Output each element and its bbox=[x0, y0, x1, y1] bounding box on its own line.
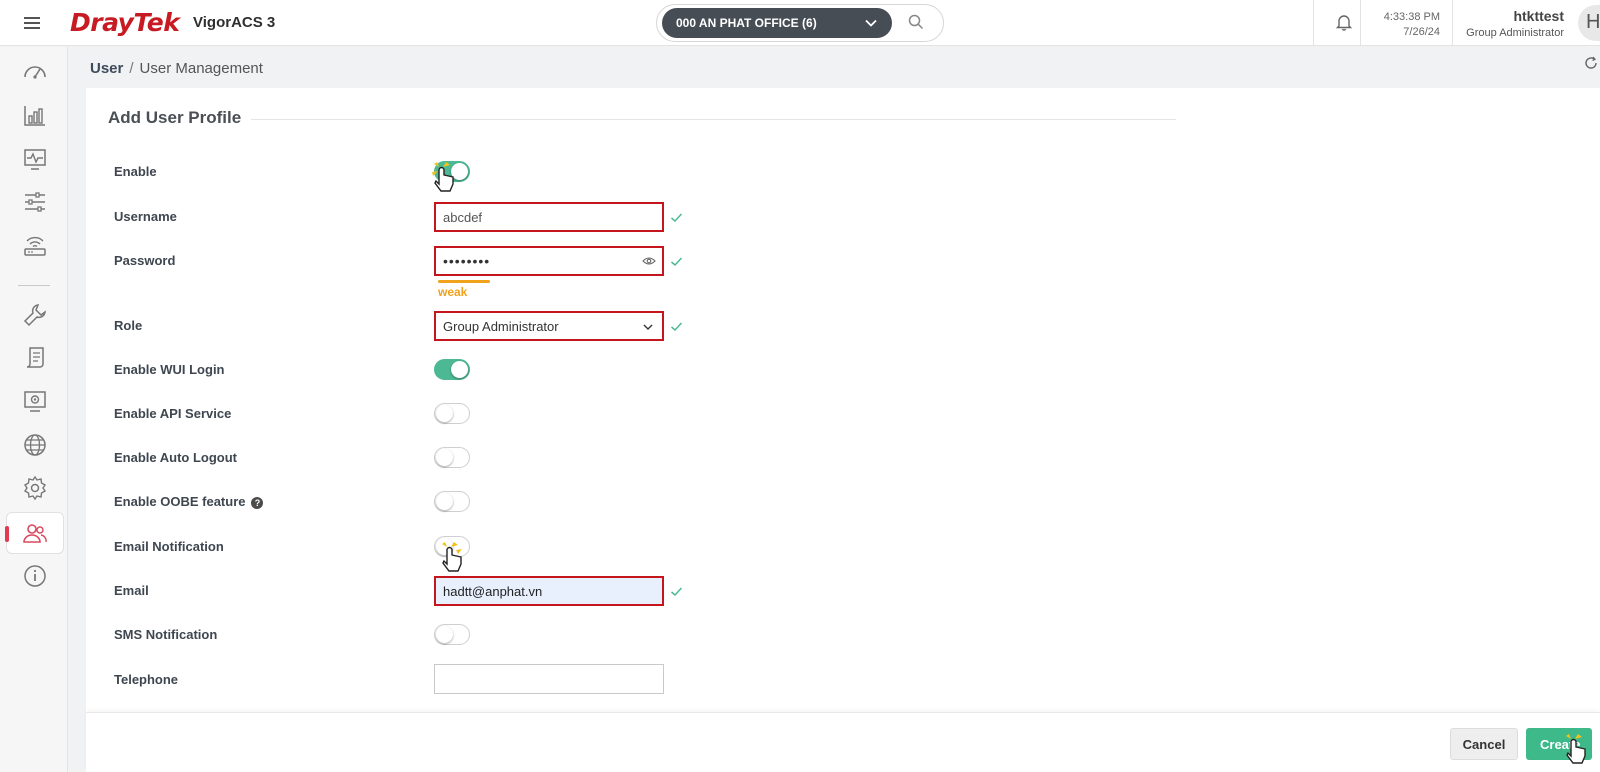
email-value: hadtt@anphat.vn bbox=[443, 583, 543, 599]
role-label: Role bbox=[114, 318, 143, 333]
click-cursor-icon bbox=[442, 542, 462, 572]
sms-notification-toggle[interactable] bbox=[434, 624, 470, 645]
router-wifi-icon bbox=[24, 236, 46, 256]
password-valid-check-icon bbox=[671, 257, 683, 267]
divider bbox=[1360, 0, 1361, 46]
top-bar: DrayTek VigorACS 3 000 AN PHAT OFFICE (6… bbox=[0, 0, 1600, 46]
clock-time: 4:33:38 PM bbox=[1383, 11, 1440, 23]
cancel-button[interactable]: Cancel bbox=[1450, 728, 1518, 760]
enable-api-service-toggle[interactable] bbox=[434, 403, 470, 424]
help-question-icon[interactable]: ? bbox=[251, 496, 264, 509]
sidebar-item-system[interactable] bbox=[6, 380, 64, 422]
password-value: •••••••• bbox=[443, 253, 491, 269]
sidebar-item-statistics[interactable] bbox=[6, 95, 64, 137]
email-valid-check-icon bbox=[671, 587, 683, 597]
monitor-pulse-icon bbox=[24, 149, 46, 170]
sidebar-item-dashboard[interactable] bbox=[6, 51, 64, 93]
sidebar-item-monitoring[interactable] bbox=[6, 138, 64, 180]
bar-chart-icon bbox=[24, 106, 45, 126]
enable-wui-login-label: Enable WUI Login bbox=[114, 362, 225, 377]
username-value: abcdef bbox=[443, 209, 483, 225]
enable-label: Enable bbox=[114, 164, 157, 179]
avatar[interactable]: H bbox=[1578, 5, 1600, 41]
dashboard-gauge-icon bbox=[24, 66, 46, 79]
product-name: VigorACS 3 bbox=[193, 14, 276, 31]
email-notification-label: Email Notification bbox=[114, 539, 224, 554]
refresh-icon[interactable] bbox=[1584, 56, 1598, 70]
role-value: Group Administrator bbox=[443, 318, 559, 334]
group-selector-label: 000 AN PHAT OFFICE (6) bbox=[676, 16, 817, 30]
click-cursor-icon bbox=[432, 162, 454, 192]
enable-auto-logout-label: Enable Auto Logout bbox=[114, 450, 237, 465]
add-user-form: Add User Profile Enable Username abcdef … bbox=[86, 88, 1600, 772]
enable-api-service-label: Enable API Service bbox=[114, 406, 232, 421]
screen-gear-icon bbox=[24, 391, 46, 412]
users-icon bbox=[23, 524, 47, 543]
enable-auto-logout-toggle[interactable] bbox=[434, 447, 470, 468]
password-label: Password bbox=[114, 253, 176, 268]
wrench-icon bbox=[23, 304, 46, 327]
click-cursor-icon bbox=[1566, 734, 1586, 764]
password-strength-bar bbox=[438, 280, 490, 283]
username-valid-check-icon bbox=[671, 213, 683, 223]
info-icon bbox=[24, 565, 46, 587]
role-select[interactable]: Group Administrator bbox=[434, 311, 664, 341]
username-field[interactable]: abcdef bbox=[434, 202, 664, 232]
user-role: Group Administrator bbox=[1466, 27, 1564, 39]
sidebar-item-about[interactable] bbox=[6, 555, 64, 597]
sms-notification-label: SMS Notification bbox=[114, 627, 218, 642]
password-strength-label: weak bbox=[438, 285, 468, 299]
chevron-down-icon bbox=[643, 324, 653, 330]
sidebar-divider bbox=[18, 285, 50, 286]
email-field[interactable]: hadtt@anphat.vn bbox=[434, 576, 664, 606]
breadcrumb-separator: / bbox=[129, 60, 134, 77]
telephone-label: Telephone bbox=[114, 672, 179, 687]
breadcrumb-user[interactable]: User bbox=[90, 60, 123, 77]
notification-bell-icon[interactable] bbox=[1334, 12, 1354, 32]
enable-wui-login-toggle[interactable] bbox=[434, 359, 470, 380]
hamburger-menu-icon[interactable] bbox=[24, 14, 40, 30]
enable-oobe-label-text: Enable OOBE feature bbox=[114, 494, 246, 509]
username-label: Username bbox=[114, 209, 177, 224]
role-valid-check-icon bbox=[671, 322, 683, 332]
globe-icon bbox=[24, 434, 46, 456]
telephone-field[interactable] bbox=[434, 664, 664, 694]
email-label: Email bbox=[114, 583, 149, 598]
enable-oobe-toggle[interactable] bbox=[434, 491, 470, 512]
search-icon[interactable] bbox=[908, 14, 924, 30]
divider bbox=[1313, 0, 1314, 46]
sidebar-item-user[interactable] bbox=[5, 512, 64, 554]
password-field[interactable]: •••••••• bbox=[434, 246, 664, 276]
group-selector[interactable]: 000 AN PHAT OFFICE (6) bbox=[662, 8, 892, 38]
draytek-logo: DrayTek bbox=[70, 8, 180, 37]
sidebar-item-maintenance[interactable] bbox=[6, 294, 64, 336]
user-name[interactable]: htkttest bbox=[1440, 8, 1564, 24]
page-title: Add User Profile bbox=[108, 108, 252, 128]
enable-oobe-label: Enable OOBE feature? bbox=[114, 494, 264, 509]
breadcrumb-current: User Management bbox=[139, 60, 263, 77]
sidebar-item-network[interactable] bbox=[6, 424, 64, 466]
sidebar-item-settings[interactable] bbox=[6, 467, 64, 509]
sidebar-item-configuration[interactable] bbox=[6, 181, 64, 223]
scroll-document-icon bbox=[26, 347, 44, 368]
clock: 4:33:38 PM 7/26/24 bbox=[1374, 10, 1440, 40]
clock-date: 7/26/24 bbox=[1403, 26, 1440, 38]
sidebar-item-devices[interactable] bbox=[6, 224, 64, 266]
breadcrumb: User / User Management bbox=[90, 60, 263, 77]
show-password-eye-icon[interactable] bbox=[642, 256, 656, 266]
gear-icon bbox=[24, 475, 46, 501]
sidebar bbox=[0, 47, 68, 772]
sliders-icon bbox=[25, 192, 45, 212]
form-action-bar bbox=[86, 712, 1600, 772]
title-divider bbox=[236, 119, 1176, 120]
sidebar-item-logs[interactable] bbox=[6, 337, 64, 379]
chevron-down-icon bbox=[865, 19, 877, 27]
